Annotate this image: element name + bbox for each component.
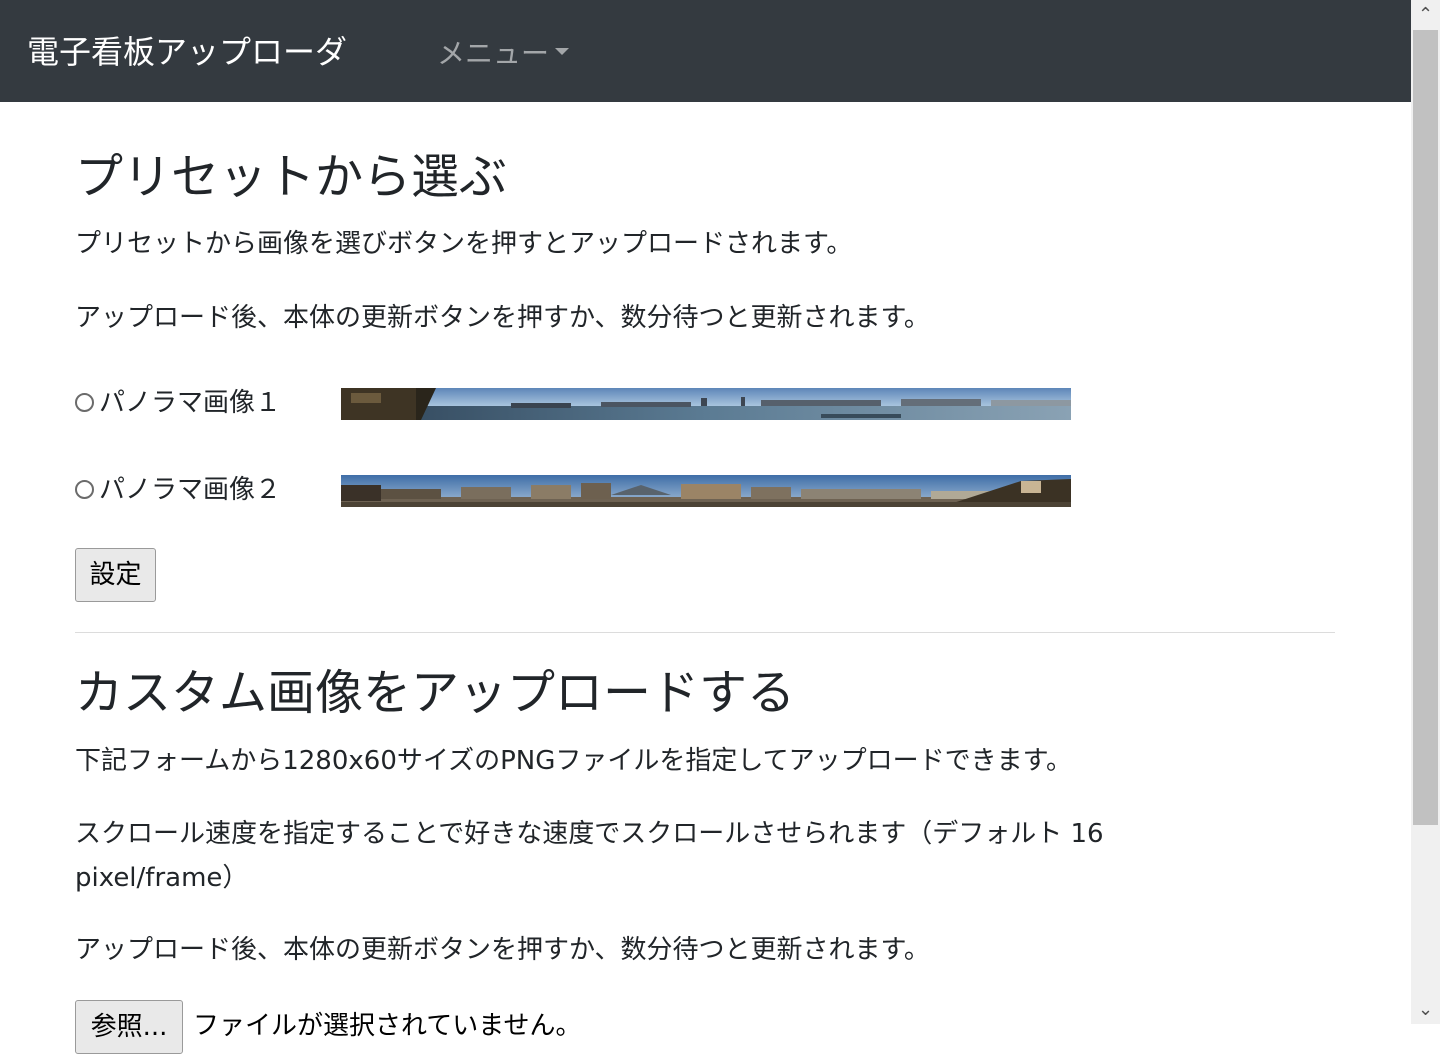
preset-submit-button[interactable]: 設定 bbox=[75, 548, 156, 602]
browse-button[interactable]: 参照... bbox=[75, 1000, 183, 1054]
custom-description-2: スクロール速度を指定することで好きな速度でスクロールさせられます（デフォルト 1… bbox=[75, 819, 1104, 893]
custom-description-3: アップロード後、本体の更新ボタンを押すか、数分待つと更新されます。 bbox=[75, 935, 930, 965]
preset-heading: プリセットから選ぶ bbox=[75, 149, 508, 205]
custom-description-1: 下記フォームから1280x60サイズのPNGファイルを指定してアップロードできま… bbox=[75, 746, 1072, 776]
scrollbar-thumb[interactable] bbox=[1413, 30, 1438, 825]
vertical-scrollbar[interactable]: ⌃ ⌄ bbox=[1411, 0, 1440, 1024]
nav-menu-label: メニュー bbox=[437, 37, 550, 70]
preset-radio-1[interactable] bbox=[75, 393, 94, 412]
scroll-down-arrow-icon[interactable]: ⌄ bbox=[1411, 995, 1440, 1024]
caret-down-icon bbox=[555, 48, 570, 55]
preset-radio-2[interactable] bbox=[75, 480, 94, 499]
preset-option-1[interactable]: パノラマ画像１ bbox=[75, 384, 1075, 424]
preset-option-2-label[interactable]: パノラマ画像２ bbox=[99, 471, 281, 509]
scroll-up-arrow-icon[interactable]: ⌃ bbox=[1411, 0, 1440, 29]
custom-heading: カスタム画像をアップロードする bbox=[75, 665, 796, 721]
navbar-brand[interactable]: 電子看板アップローダ bbox=[27, 30, 347, 74]
preset-option-1-label[interactable]: パノラマ画像１ bbox=[99, 384, 281, 422]
navbar: 電子看板アップローダ メニュー bbox=[0, 0, 1411, 102]
section-divider bbox=[75, 632, 1335, 633]
panorama-2-thumbnail bbox=[341, 475, 1071, 507]
nav-menu-dropdown[interactable]: メニュー bbox=[437, 34, 570, 74]
preset-option-2[interactable]: パノラマ画像２ bbox=[75, 471, 1075, 511]
file-status: ファイルが選択されていません。 bbox=[193, 1011, 582, 1041]
preset-description-1: プリセットから画像を選びボタンを押すとアップロードされます。 bbox=[75, 229, 853, 259]
preset-description-2: アップロード後、本体の更新ボタンを押すか、数分待つと更新されます。 bbox=[75, 303, 930, 333]
panorama-1-thumbnail bbox=[341, 388, 1071, 420]
